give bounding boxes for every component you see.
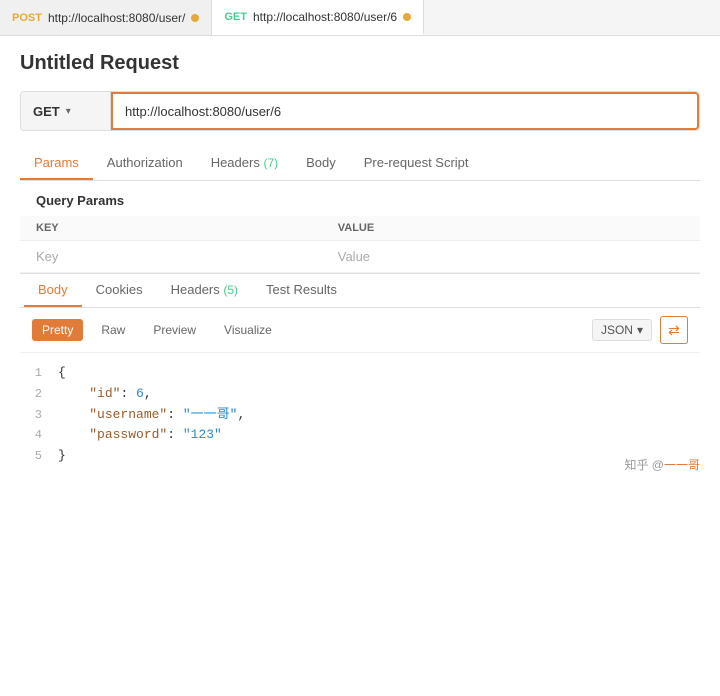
code-content-2: "id": 6, [58, 384, 152, 405]
response-tabs: Body Cookies Headers (5) Test Results [20, 274, 700, 308]
resp-headers-badge: (5) [223, 283, 238, 297]
tab-pre-request[interactable]: Pre-request Script [350, 147, 483, 180]
url-bar: GET ▾ http://localhost:8080/user/6 [20, 91, 700, 131]
tab-pre-request-label: Pre-request Script [364, 155, 469, 170]
value-column-header: VALUE [322, 216, 700, 241]
headers-badge: (7) [263, 156, 278, 170]
code-content-5: } [58, 446, 66, 467]
format-chevron-icon: ▾ [637, 323, 643, 337]
get-method-label: GET [224, 11, 247, 23]
query-params-section-label: Query Params [20, 181, 700, 216]
watermark: 知乎 @一一哥 [624, 456, 700, 473]
wrap-lines-icon: ⇄ [668, 322, 680, 339]
request-tabs: Params Authorization Headers (7) Body Pr… [20, 147, 700, 181]
main-content: Untitled Request GET ▾ http://localhost:… [0, 36, 720, 493]
code-value-username: "一一哥" [183, 407, 238, 422]
key-placeholder[interactable]: Key [20, 241, 322, 273]
raw-button[interactable]: Raw [91, 319, 135, 341]
params-table: KEY VALUE Key Value [20, 216, 700, 273]
post-method-label: POST [12, 12, 42, 24]
tab-authorization-label: Authorization [107, 155, 183, 170]
tab-body[interactable]: Body [292, 147, 350, 180]
tab-post-request[interactable]: POST http://localhost:8080/user/ [0, 0, 212, 35]
url-input[interactable]: http://localhost:8080/user/6 [111, 92, 699, 130]
format-select[interactable]: JSON ▾ [592, 319, 652, 341]
table-row: Key Value [20, 241, 700, 273]
code-area: 1 { 2 "id": 6, 3 "username": "一一哥", 4 "p… [20, 353, 700, 477]
tab-get-request[interactable]: GET http://localhost:8080/user/6 [212, 0, 424, 35]
code-line-5: 5 } [20, 446, 700, 467]
line-number-2: 2 [28, 385, 58, 404]
code-line-2: 2 "id": 6, [20, 384, 700, 405]
line-number-3: 3 [28, 406, 58, 425]
resp-tab-test-results-label: Test Results [266, 282, 337, 297]
resp-tab-cookies[interactable]: Cookies [82, 274, 157, 307]
resp-tab-headers-label: Headers [171, 282, 220, 297]
resp-tab-headers[interactable]: Headers (5) [157, 274, 252, 307]
watermark-prefix: 知乎 @ [624, 458, 664, 472]
code-line-3: 3 "username": "一一哥", [20, 405, 700, 426]
visualize-button[interactable]: Visualize [214, 319, 282, 341]
method-dropdown[interactable]: GET ▾ [21, 92, 111, 130]
tab-authorization[interactable]: Authorization [93, 147, 197, 180]
code-value-id: 6 [136, 386, 144, 401]
get-tab-url: http://localhost:8080/user/6 [253, 10, 397, 24]
method-label: GET [33, 104, 60, 119]
key-column-header: KEY [20, 216, 322, 241]
tab-params[interactable]: Params [20, 147, 93, 180]
post-tab-url: http://localhost:8080/user/ [48, 11, 185, 25]
code-key-username: "username" [89, 407, 167, 422]
chevron-down-icon: ▾ [66, 106, 71, 117]
code-value-password: "123" [183, 427, 222, 442]
tab-body-label: Body [306, 155, 336, 170]
tab-bar: POST http://localhost:8080/user/ GET htt… [0, 0, 720, 36]
code-line-1: 1 { [20, 363, 700, 384]
resp-tab-body[interactable]: Body [24, 274, 82, 307]
url-value: http://localhost:8080/user/6 [125, 104, 281, 119]
line-number-5: 5 [28, 447, 58, 466]
resp-tab-body-label: Body [38, 282, 68, 297]
code-content-3: "username": "一一哥", [58, 405, 245, 426]
page-title: Untitled Request [20, 52, 700, 75]
line-number-4: 4 [28, 426, 58, 445]
code-line-4: 4 "password": "123" [20, 425, 700, 446]
tab-params-label: Params [34, 155, 79, 170]
code-key-password: "password" [89, 427, 167, 442]
watermark-name: 一一哥 [664, 458, 700, 472]
code-content-4: "password": "123" [58, 425, 222, 446]
format-bar: Pretty Raw Preview Visualize JSON ▾ ⇄ [20, 308, 700, 353]
code-content-1: { [58, 363, 66, 384]
pretty-button[interactable]: Pretty [32, 319, 83, 341]
resp-tab-cookies-label: Cookies [96, 282, 143, 297]
wrap-button[interactable]: ⇄ [660, 316, 688, 344]
value-placeholder[interactable]: Value [322, 241, 700, 273]
preview-button[interactable]: Preview [143, 319, 206, 341]
code-key-id: "id" [89, 386, 120, 401]
post-tab-dot [191, 14, 199, 22]
tab-headers[interactable]: Headers (7) [197, 147, 292, 180]
tab-headers-label: Headers [211, 155, 260, 170]
format-label: JSON [601, 323, 633, 337]
get-tab-dot [403, 13, 411, 21]
line-number-1: 1 [28, 364, 58, 383]
resp-tab-test-results[interactable]: Test Results [252, 274, 351, 307]
